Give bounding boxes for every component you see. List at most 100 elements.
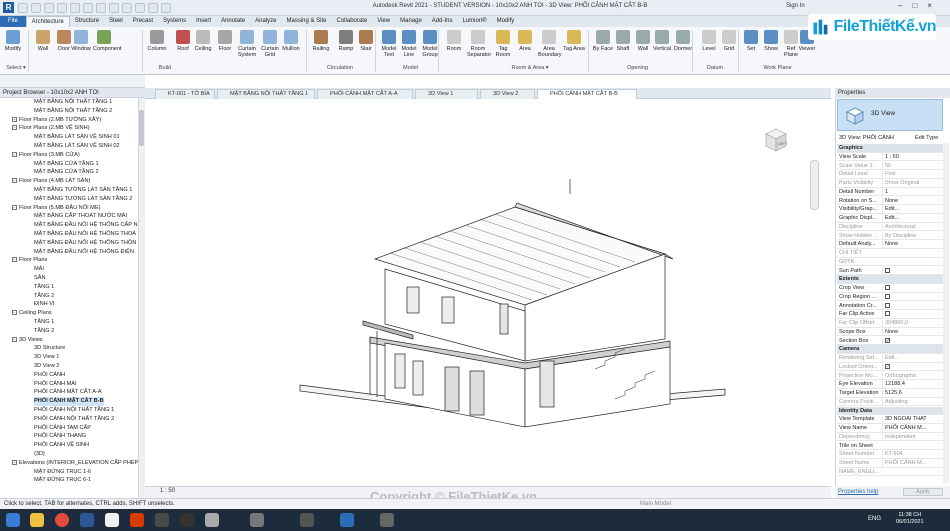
property-value[interactable]: None	[882, 327, 942, 337]
property-row[interactable]: Annotation Cr...	[837, 301, 943, 311]
ribbon-button[interactable]: Show	[760, 30, 782, 52]
ribbon-button[interactable]: Set	[740, 30, 762, 52]
property-row[interactable]: Detail Level Fine	[837, 170, 943, 179]
ribbon-tab[interactable]: Manage	[395, 16, 427, 27]
property-row[interactable]: Far Clip Offset 304800,0	[837, 319, 943, 328]
ribbon-button[interactable]: Ramp	[335, 30, 357, 52]
property-row[interactable]: NAME_ENGLI...	[837, 468, 943, 477]
maximize-icon[interactable]: □	[912, 1, 917, 10]
property-row[interactable]: Sheet Number KT-604	[837, 450, 943, 459]
view-tab[interactable]: KT-001 - TỜ BÌA	[155, 89, 215, 99]
property-row[interactable]: Rendering Set... Edit...	[837, 354, 943, 363]
property-value[interactable]: 3D NGOAI THAT	[882, 415, 942, 424]
expand-toggle-icon[interactable]: −	[12, 257, 17, 263]
tree-item[interactable]: PHỐI CẢNH THANG	[34, 432, 86, 441]
property-value[interactable]: Show Original	[882, 179, 942, 188]
expand-toggle-icon[interactable]: −	[12, 310, 17, 316]
tree-item[interactable]: MẶT BẰNG ĐẦU NỐI HỆ THỐNG THÔN	[34, 239, 136, 248]
property-value[interactable]: None	[882, 196, 942, 206]
property-row[interactable]: Crop View	[837, 284, 943, 293]
tree-item[interactable]: SÂN	[34, 274, 46, 283]
tree-item[interactable]: MẶT BẰNG TƯỜNG LÁT SÀN TẦNG 2	[34, 195, 132, 204]
property-row[interactable]: Section Box ✓	[837, 336, 943, 346]
tree-item[interactable]: MẶT BẰNG ĐẦU NỐI HỆ THỐNG ĐIỆN	[34, 248, 134, 257]
property-value[interactable]	[882, 284, 942, 293]
property-row[interactable]: View Scale 1 : 50	[837, 152, 943, 162]
ribbon-button[interactable]: Modify	[2, 30, 24, 52]
expand-toggle-icon[interactable]: −	[12, 204, 17, 210]
app-icon-2[interactable]	[250, 513, 264, 527]
tree-item[interactable]: PHỐI CẢNH MẶT CẮT A-A	[34, 388, 102, 397]
section-icon[interactable]	[135, 3, 145, 13]
property-value[interactable]: 1	[882, 187, 942, 197]
property-value[interactable]: KT-604	[882, 450, 942, 459]
tree-item[interactable]: MẶT ĐỨNG TRỤC 6-1	[34, 476, 91, 485]
ribbon-button[interactable]: Area	[514, 30, 536, 52]
property-row[interactable]: Scale Value 1: 50	[837, 161, 943, 171]
view-selector-value[interactable]: 3D View: PHỐI CẢNH	[839, 133, 894, 143]
ribbon-tab[interactable]: Collaborate	[332, 16, 373, 27]
ribbon-tab[interactable]: Lumion®	[457, 16, 491, 27]
revit-logo-icon[interactable]: R	[3, 2, 14, 13]
property-row[interactable]: Scope Box None	[837, 327, 943, 337]
property-value[interactable]: Adjusting	[882, 397, 942, 407]
ribbon-tab[interactable]: Structure	[70, 16, 104, 27]
ribbon-button[interactable]: Component	[93, 30, 121, 52]
tool-icon[interactable]	[205, 513, 219, 527]
property-row[interactable]: Discipline Architectural	[837, 222, 943, 232]
tree-item[interactable]: MẶT BẰNG NỘI THẤT TẦNG 2	[34, 107, 112, 116]
property-row[interactable]: Target Elevation 5125,6	[837, 389, 943, 398]
ribbon-button[interactable]: Stair	[355, 30, 377, 52]
ribbon-tab[interactable]: Annotate	[216, 16, 250, 27]
ribbon-button[interactable]: Level	[698, 30, 720, 52]
property-row[interactable]: Far Clip Active	[837, 310, 943, 319]
tree-item[interactable]: MẶT BẰNG TƯỜNG LÁT SÀN TẦNG 1	[34, 186, 132, 195]
tree-group[interactable]: − Floor Plans (2.MB VỆ SINH)	[12, 124, 90, 133]
active-model[interactable]: Main Model	[640, 499, 671, 509]
ribbon-button[interactable]: Railing	[310, 30, 332, 52]
property-row[interactable]: Crop Region ...	[837, 292, 943, 302]
property-row[interactable]: Visibility/Grap... Edit...	[837, 205, 943, 214]
property-value[interactable]: 12188,4	[882, 380, 942, 389]
print-icon[interactable]	[70, 3, 80, 13]
ribbon-button[interactable]: Tag Area	[563, 30, 585, 52]
tree-item[interactable]: PHỐI CẢNH NỘI THẤT TẦNG 2	[34, 415, 114, 424]
property-row[interactable]: Sun Path	[837, 266, 943, 276]
save-icon[interactable]	[31, 3, 41, 13]
property-row[interactable]: Camera Positi... Adjusting	[837, 397, 943, 407]
tree-item[interactable]: MẶT BẰNG CỬA TẦNG 2	[34, 168, 99, 177]
property-value[interactable]: 5125,6	[882, 389, 942, 398]
explorer-window-icon[interactable]	[105, 513, 119, 527]
tree-group[interactable]: −3D Views	[12, 336, 43, 345]
property-value[interactable]: Architectural	[882, 222, 942, 232]
property-value[interactable]: Fine	[882, 170, 942, 179]
property-checkbox[interactable]: ✓	[885, 337, 890, 343]
property-checkbox[interactable]	[885, 285, 890, 291]
tree-item[interactable]: {3D}	[34, 450, 45, 459]
ribbon-tab[interactable]: Add-Ins	[427, 16, 458, 27]
tag-icon[interactable]	[109, 3, 119, 13]
dimension-icon[interactable]	[96, 3, 106, 13]
ribbon-tab[interactable]: Modify	[492, 16, 520, 27]
tree-item[interactable]: PHỐI CẢNH NỘI THẤT TẦNG 1	[34, 406, 114, 415]
drawing-canvas[interactable]	[145, 99, 831, 486]
close-icon[interactable]: ×	[927, 1, 932, 10]
tree-item[interactable]: PHỐI CẢNH VỆ SINH	[34, 441, 89, 450]
ribbon-tab[interactable]: Architecture	[25, 16, 70, 27]
view-cube[interactable]: LEFT	[760, 125, 790, 155]
tree-item[interactable]: TẦNG 1	[34, 318, 54, 327]
file-explorer-icon[interactable]	[30, 513, 44, 527]
property-section[interactable]: Graphics	[837, 144, 943, 153]
tree-group[interactable]: + Floor Plans (2.MB TƯỜNG XÂY)	[12, 116, 101, 125]
property-row[interactable]: Graphic Displ... Edit...	[837, 214, 943, 223]
view-selector[interactable]: 3D View: PHỐI CẢNH Edit Type	[837, 133, 943, 143]
expand-toggle-icon[interactable]: −	[12, 178, 17, 184]
expand-toggle-icon[interactable]: −	[12, 459, 17, 465]
properties-help-link[interactable]: Properties help	[838, 489, 878, 495]
property-row[interactable]: Dependency Independent	[837, 432, 943, 442]
view-tab[interactable]: PHỐI CẢNH MẶT CẮT B-B	[537, 89, 637, 99]
tree-item[interactable]: TẦNG 2	[34, 327, 54, 336]
app-icon-4[interactable]	[380, 513, 394, 527]
property-value[interactable]: None	[882, 240, 942, 249]
tree-item[interactable]: MẶT BẰNG ĐẦU NỐI HỆ THỐNG CẤP N	[34, 221, 138, 230]
